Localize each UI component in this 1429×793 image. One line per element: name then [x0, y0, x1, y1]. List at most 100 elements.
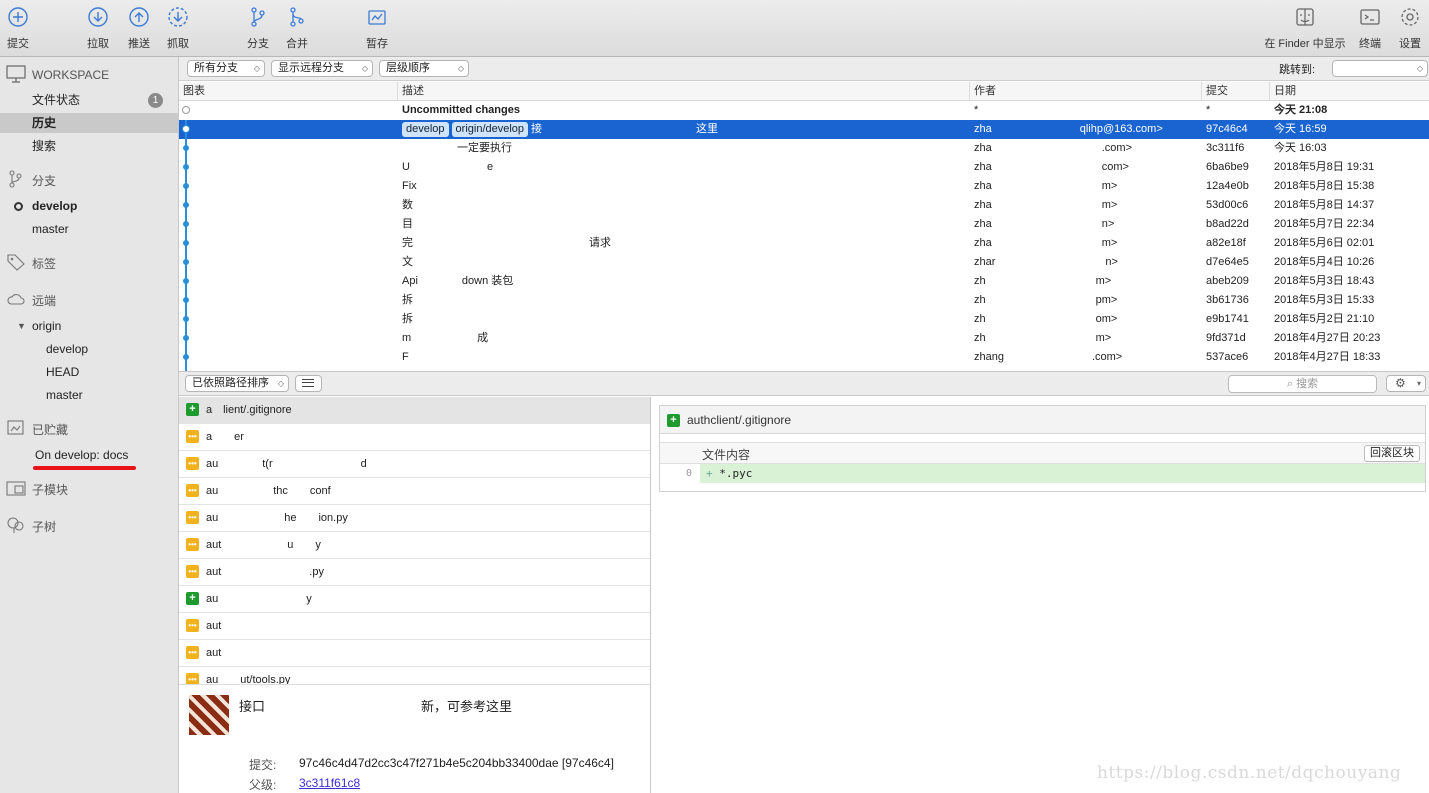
jump-to-select[interactable]: ◇: [1332, 60, 1428, 77]
file-row[interactable]: + au y: [179, 586, 650, 613]
commit-date: 2018年5月2日 21:10: [1274, 310, 1424, 329]
table-row[interactable]: Api down 装包 zh m> abeb209 2018年5月3日 18:43: [179, 272, 1429, 291]
tags-label: 标签: [32, 256, 57, 271]
file-row[interactable]: ••• aut: [179, 613, 650, 640]
fetch-icon: [167, 6, 189, 28]
col-commit[interactable]: 提交: [1202, 82, 1270, 101]
table-row[interactable]: m 成 zh m> 9fd371d 2018年4月27日 20:23: [179, 329, 1429, 348]
current-branch-icon: [14, 202, 23, 211]
filter-bar: 所有分支 ◇ 显示远程分支 ◇ 层级顺序 ◇ 跳转到: ◇: [179, 57, 1429, 81]
commit-hash: abeb209: [1206, 272, 1266, 291]
col-graph[interactable]: 图表: [179, 82, 398, 101]
table-row[interactable]: U e zha com> 6ba6be9 2018年5月8日 19:31: [179, 158, 1429, 177]
revert-hunk-button[interactable]: 回滚区块: [1364, 445, 1420, 462]
file-row[interactable]: ••• au ut/tools.py: [179, 667, 650, 684]
table-row[interactable]: 目 zha n> b8ad22d 2018年5月7日 22:34: [179, 215, 1429, 234]
sidebar-item-branch-develop[interactable]: develop: [0, 196, 178, 216]
commit-hash: 3b61736: [1206, 291, 1266, 310]
fetch-button[interactable]: 抓取: [156, 6, 200, 51]
sidebar-item-history[interactable]: 历史: [0, 113, 178, 133]
workspace-label: WORKSPACE: [32, 68, 110, 82]
branches-header[interactable]: 分支: [6, 169, 56, 191]
col-date[interactable]: 日期: [1270, 82, 1429, 101]
table-row[interactable]: Fix zha m> 12a4e0b 2018年5月8日 15:38: [179, 177, 1429, 196]
sidebar-item-remote-head[interactable]: HEAD: [0, 362, 178, 382]
terminal-button[interactable]: 终端: [1348, 6, 1392, 51]
remote-filter-select[interactable]: 显示远程分支 ◇: [271, 60, 373, 77]
branch-icon: [6, 169, 26, 191]
disclosure-triangle-icon[interactable]: ▼: [17, 316, 26, 336]
show-in-finder-button[interactable]: 在 Finder 中显示: [1260, 6, 1350, 51]
modified-file-icon: •••: [186, 457, 199, 470]
col-author[interactable]: 作者: [970, 82, 1202, 101]
commit-hash-text: d7e64e5: [1206, 256, 1249, 268]
file-row[interactable]: ••• aut u y: [179, 532, 650, 559]
modified-file-icon: •••: [186, 565, 199, 578]
file-search-placeholder: 搜索: [1296, 378, 1319, 390]
sidebar-item-remote-develop[interactable]: develop: [0, 339, 178, 359]
commit-description: U e: [402, 158, 962, 177]
file-row[interactable]: ••• au thc conf: [179, 478, 650, 505]
graph-node: [183, 145, 189, 151]
file-row[interactable]: ••• au he ion.py: [179, 505, 650, 532]
sidebar-item-remote-origin[interactable]: ▼ origin: [0, 316, 178, 336]
remote-filter-value: 显示远程分支: [278, 62, 344, 74]
added-file-icon: +: [186, 403, 199, 416]
remotes-header[interactable]: 远端: [6, 290, 56, 310]
settings-button[interactable]: 设置: [1388, 6, 1429, 51]
graph-node: [183, 164, 189, 170]
commit-date: 2018年4月27日 18:33: [1274, 348, 1424, 367]
commit-description: 一定要执行: [402, 139, 962, 158]
table-row[interactable]: Fzhang .com> 537ace6 2018年4月27日 18:33: [179, 348, 1429, 367]
jump-to-label: 跳转到:: [1279, 64, 1316, 76]
table-row[interactable]: develop origin/develop 接 这里 zha qlihp@163.c…: [179, 120, 1429, 139]
parent-link[interactable]: 3c311f61c8: [299, 776, 360, 790]
order-select[interactable]: 层级顺序 ◇: [379, 60, 469, 77]
file-row[interactable]: + a lient/.gitignore: [179, 397, 650, 424]
table-row[interactable]: 数 zha m> 53d00c6 2018年5月8日 14:37: [179, 196, 1429, 215]
commit-author: zha m>: [974, 234, 1194, 253]
sidebar-item-remote-master[interactable]: master: [0, 385, 178, 405]
stash-button[interactable]: 暂存: [355, 6, 399, 51]
commit-hash-text: 3b61736: [1206, 294, 1249, 306]
file-row[interactable]: ••• au t(r d: [179, 451, 650, 478]
col-description[interactable]: 描述: [398, 82, 970, 101]
sort-select[interactable]: 已依照路径排序 ◇: [185, 375, 289, 392]
list-view-button[interactable]: [295, 375, 322, 392]
avatar: [189, 695, 229, 735]
pull-button[interactable]: 拉取: [76, 6, 120, 51]
file-list-toolbar: 已依照路径排序 ◇ ⌕ 搜索 ⚙ ▾: [179, 371, 1429, 396]
file-row[interactable]: ••• a er: [179, 424, 650, 451]
branch-filter-select[interactable]: 所有分支 ◇: [187, 60, 265, 77]
table-row[interactable]: 拆 zh pm> 3b61736 2018年5月3日 15:33: [179, 291, 1429, 310]
file-row[interactable]: ••• aut: [179, 640, 650, 667]
branch-button[interactable]: 分支: [236, 6, 280, 51]
sidebar-item-search[interactable]: 搜索: [0, 136, 178, 156]
pull-label: 拉取: [87, 38, 109, 50]
table-row[interactable]: 完 请求 zha m> a82e18f 2018年5月6日 02:01: [179, 234, 1429, 253]
table-row[interactable]: 文 zhar n> d7e64e5 2018年5月4日 10:26: [179, 253, 1429, 272]
submodules-header[interactable]: 子模块: [6, 479, 68, 499]
file-path: au thc conf: [206, 485, 331, 497]
fetch-label: 抓取: [167, 38, 189, 50]
file-row[interactable]: ••• aut .py: [179, 559, 650, 586]
merge-button[interactable]: 合并: [275, 6, 319, 51]
commit-date-text: 今天 16:03: [1274, 142, 1327, 154]
stash-label: 暂存: [366, 38, 388, 50]
sidebar-item-branch-master[interactable]: master: [0, 219, 178, 239]
table-row[interactable]: 拆 zh om> e9b1741 2018年5月2日 21:10: [179, 310, 1429, 329]
tags-header[interactable]: 标签: [6, 253, 56, 273]
merge-icon: [286, 6, 308, 28]
sidebar-item-file-status[interactable]: 文件状态 1: [0, 90, 178, 110]
graph-node: [183, 278, 189, 284]
stashes-header[interactable]: 已贮藏: [6, 419, 68, 439]
file-path: a lient/.gitignore: [206, 404, 292, 416]
table-row[interactable]: 一定要执行 zha .com> 3c311f6 今天 16:03: [179, 139, 1429, 158]
uncommitted-row[interactable]: Uncommitted changes * * 今天 21:08: [179, 101, 1429, 120]
commit-button[interactable]: 提交: [0, 6, 40, 51]
subtrees-header[interactable]: 子树: [6, 516, 56, 536]
file-search-input[interactable]: ⌕ 搜索: [1228, 375, 1377, 393]
gear-menu-button[interactable]: ⚙ ▾: [1386, 375, 1426, 392]
push-button[interactable]: 推送: [117, 6, 161, 51]
sidebar-item-stash-docs[interactable]: On develop: docs: [0, 445, 178, 465]
